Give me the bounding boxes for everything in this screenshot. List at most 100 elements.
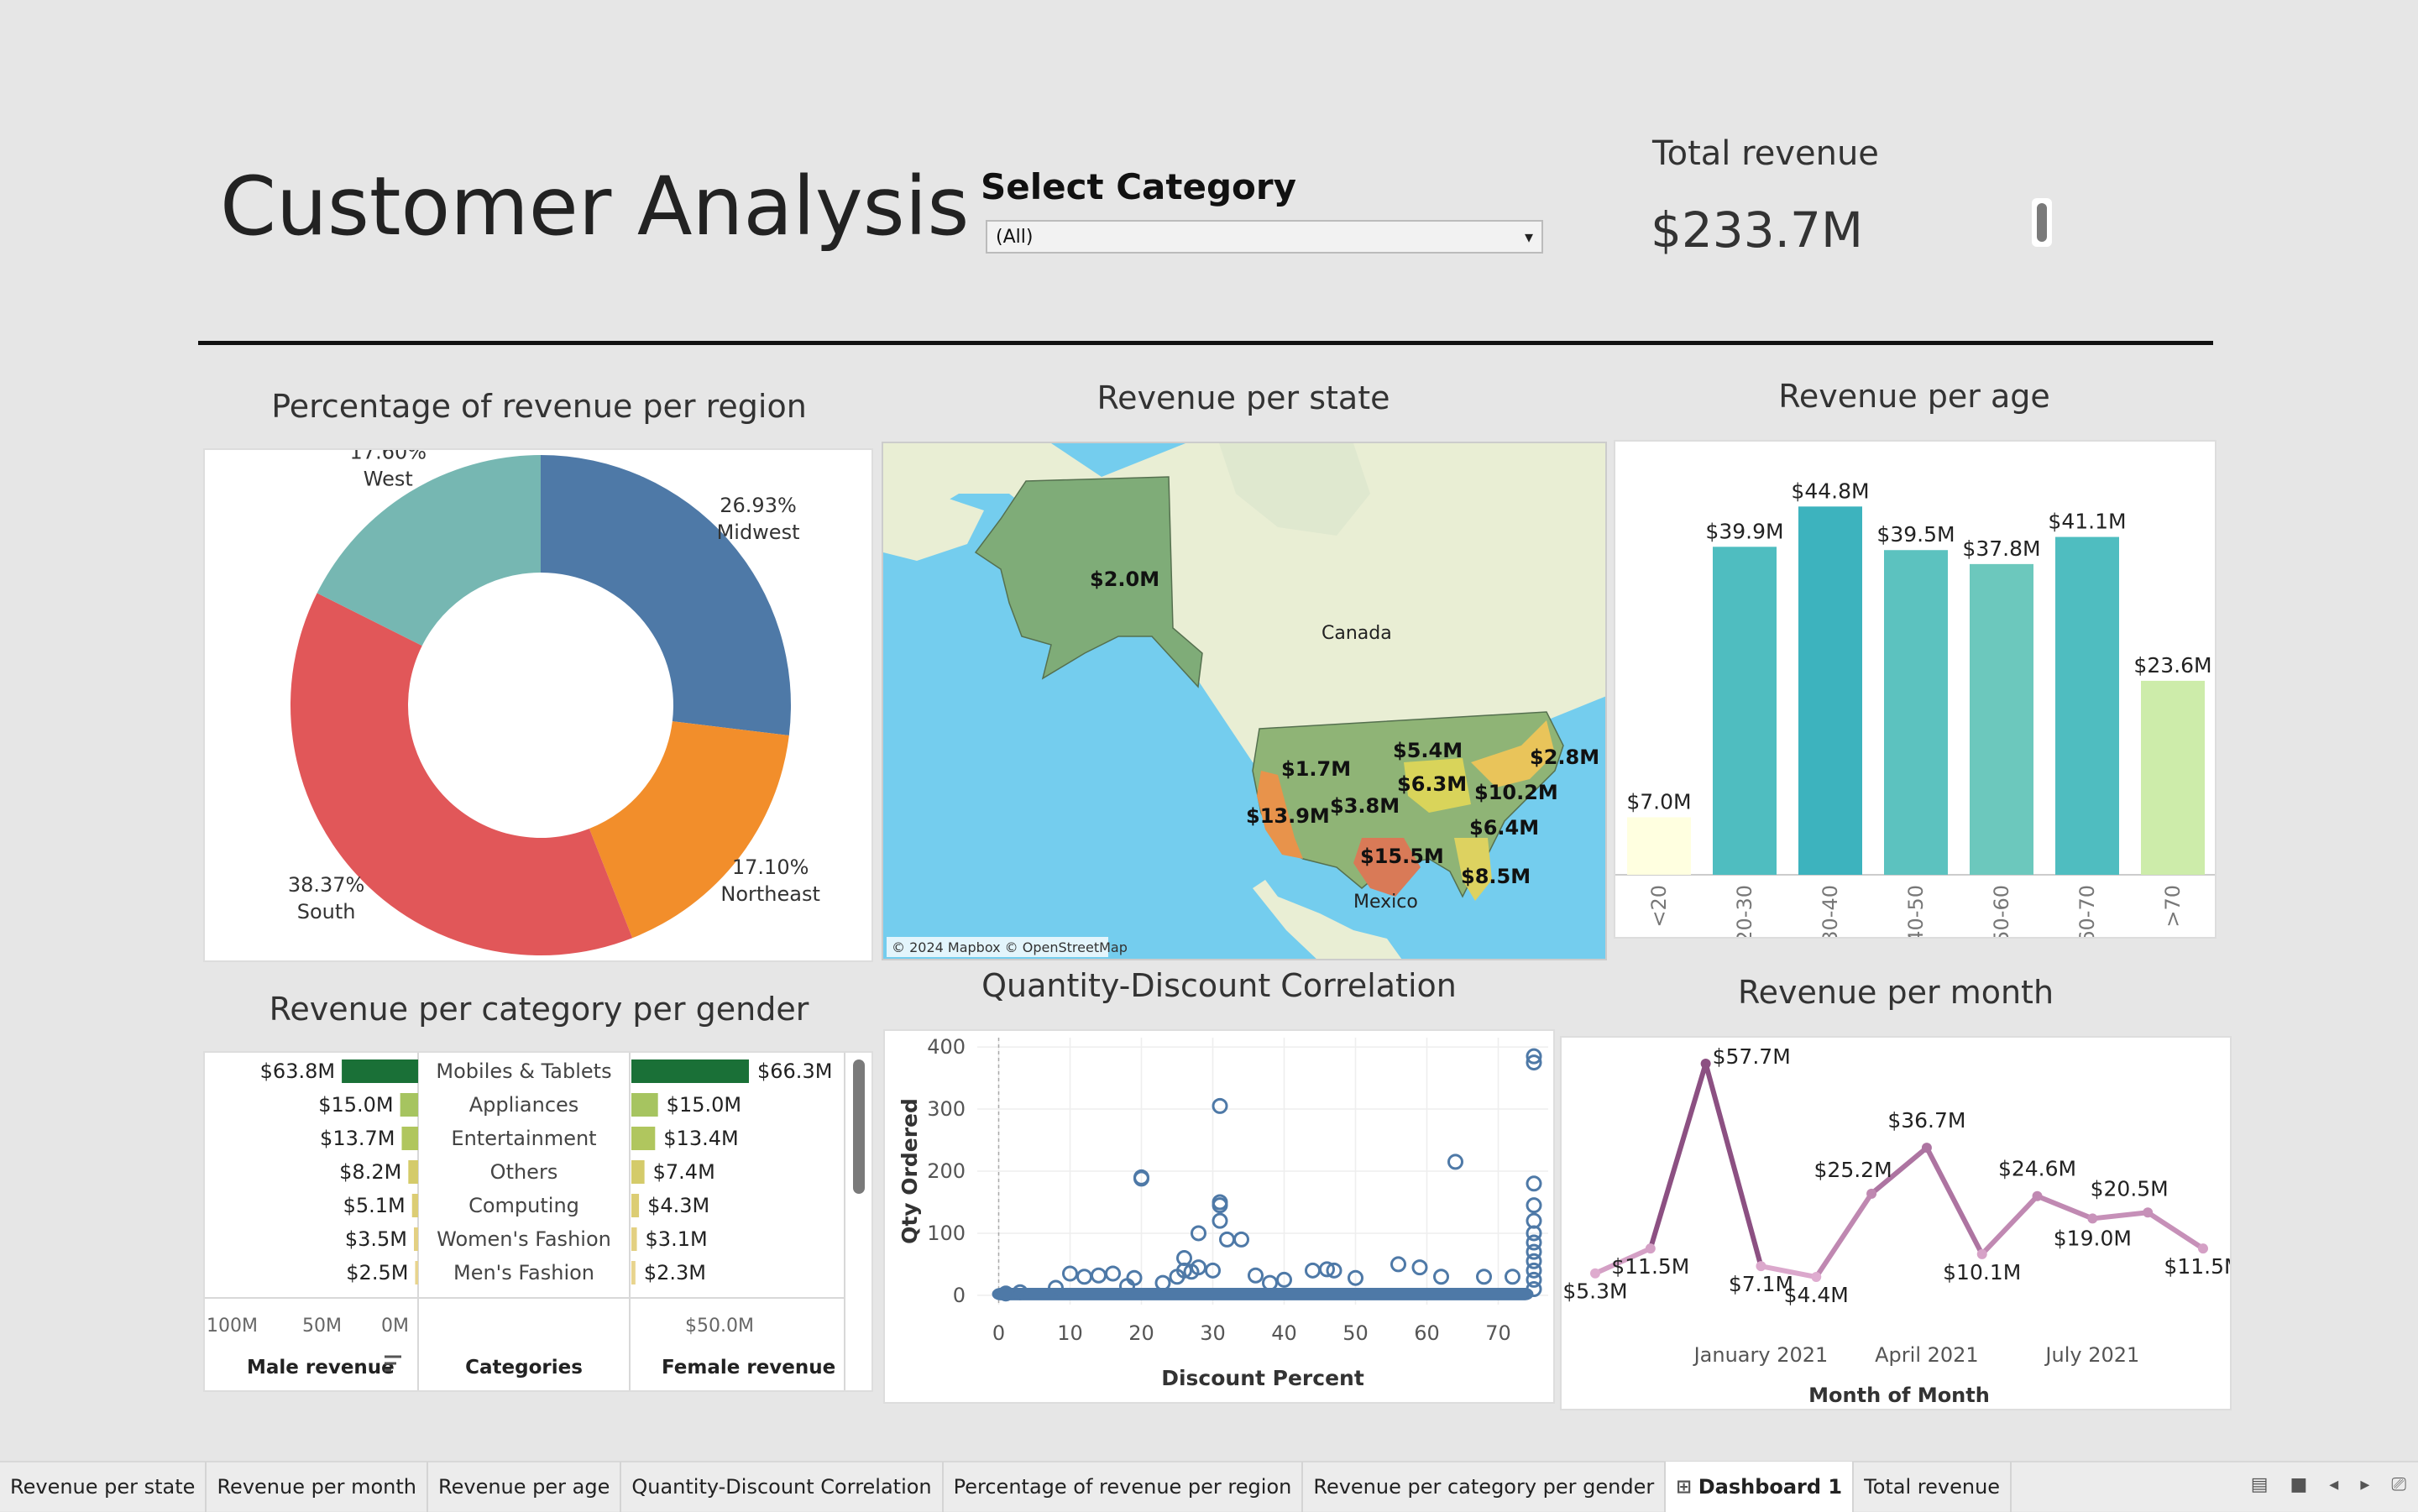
month-chart-panel[interactable]: $5.3M $11.5M $57.7M $7.1M $4.4M $25.2M $36.7M $… — [1560, 1036, 2232, 1410]
qd-point[interactable] — [1411, 1259, 1428, 1276]
age-tick-label: <20 — [1647, 885, 1671, 928]
region-donut-chart[interactable]: 26.93% Midwest 17.10% Northeast 38.37% South 1… — [205, 450, 873, 962]
qd-x-tick: 10 — [1057, 1321, 1083, 1345]
male-revenue-bar[interactable] — [408, 1160, 418, 1184]
age-bar-chart[interactable]: $7.0M <20 $39.9M 20-30 $44.8M 30-40 $39.5M 40-5… — [1615, 442, 2216, 939]
male-revenue-bar[interactable] — [414, 1227, 418, 1251]
month-point[interactable] — [1590, 1268, 1600, 1279]
qd-point[interactable] — [1390, 1256, 1406, 1273]
male-revenue-bar[interactable] — [411, 1194, 418, 1217]
qd-point[interactable] — [1526, 1197, 1542, 1214]
qd-point[interactable] — [1248, 1267, 1264, 1284]
previous-sheet-icon[interactable]: ◂ — [2329, 1474, 2338, 1495]
month-point[interactable] — [1645, 1243, 1656, 1254]
state-label-southeast: $6.4M — [1469, 816, 1539, 840]
qd-point[interactable] — [1476, 1269, 1492, 1285]
age-chart-panel[interactable]: $7.0M <20 $39.9M 20-30 $44.8M 30-40 $39.5M 40-5… — [1614, 440, 2216, 939]
age-tick-label: 20-30 — [1733, 885, 1756, 939]
female-revenue-bar[interactable] — [631, 1227, 637, 1251]
female-revenue-bar[interactable] — [631, 1127, 656, 1150]
qd-point[interactable] — [1505, 1269, 1520, 1285]
month-point[interactable] — [1811, 1272, 1822, 1283]
month-point[interactable] — [1976, 1248, 1987, 1259]
month-line-segment — [2090, 1210, 2151, 1222]
region-chart-panel[interactable]: 26.93% Midwest 17.10% Northeast 38.37% South 1… — [203, 448, 873, 962]
month-point[interactable] — [1756, 1261, 1766, 1272]
month-line-chart[interactable]: $5.3M$11.5M$57.7M$7.1M$4.4M$25.2M$36.7M$… — [1562, 1038, 2232, 1410]
female-revenue-header[interactable]: Female revenue — [662, 1357, 835, 1379]
qd-chart-panel[interactable]: 0 10 20 30 40 50 60 70 0 100 200 300 400 Discount Per… — [883, 1029, 1555, 1404]
female-revenue-bar[interactable] — [631, 1160, 645, 1184]
month-point[interactable] — [1700, 1058, 1711, 1069]
tab-revenue-per-state[interactable]: Revenue per state — [0, 1462, 207, 1512]
donut-pct-label: 17.10% — [732, 855, 809, 879]
sheet-tab-bar: Revenue per state Revenue per month Reve… — [0, 1461, 2418, 1512]
female-revenue-bar[interactable] — [631, 1093, 658, 1117]
qd-point[interactable] — [1105, 1265, 1121, 1282]
tab-dashboard-1[interactable]: ⊞ Dashboard 1 — [1666, 1462, 1855, 1512]
female-revenue-bar[interactable] — [631, 1261, 636, 1284]
month-line-segment — [1979, 1193, 2040, 1257]
male-revenue-bar[interactable] — [400, 1093, 418, 1117]
female-revenue-bar[interactable] — [631, 1059, 749, 1083]
age-bar[interactable] — [1970, 563, 2033, 875]
tab-category-gender[interactable]: Revenue per category per gender — [1303, 1462, 1667, 1512]
qd-point[interactable] — [1154, 1274, 1171, 1291]
age-bar[interactable] — [1713, 547, 1777, 875]
qd-point[interactable] — [1233, 1231, 1249, 1248]
state-map[interactable]: Canada Mexico $2.0M $1.7M $5.4M $2.8M $6… — [883, 443, 1607, 960]
gender-chart-panel[interactable]: $63.8M Mobiles & Tablets $66.3M $15.0M Appli… — [203, 1051, 873, 1392]
qd-point[interactable] — [1262, 1274, 1278, 1291]
female-revenue-bar[interactable] — [631, 1194, 640, 1217]
tab-percentage-region[interactable]: Percentage of revenue per region — [944, 1462, 1304, 1512]
qd-point[interactable] — [1212, 1097, 1228, 1114]
qd-dense-points[interactable] — [992, 1288, 1534, 1300]
filmstrip-view-icon[interactable]: ▤ — [2251, 1474, 2269, 1495]
age-bar[interactable] — [2055, 536, 2119, 875]
month-point[interactable] — [1866, 1188, 1877, 1199]
qd-scatter-chart[interactable]: 0 10 20 30 40 50 60 70 0 100 200 300 400 Discount Per… — [885, 1031, 1555, 1404]
tab-quantity-discount[interactable]: Quantity-Discount Correlation — [621, 1462, 944, 1512]
qd-point[interactable] — [1219, 1231, 1235, 1248]
qd-y-tick: 200 — [927, 1159, 966, 1183]
age-bar[interactable] — [1627, 817, 1691, 875]
qd-point[interactable] — [1305, 1262, 1321, 1279]
qd-point[interactable] — [1091, 1267, 1107, 1284]
gender-bar-chart[interactable]: $63.8M Mobiles & Tablets $66.3M $15.0M Appli… — [205, 1053, 873, 1392]
qd-point[interactable] — [1447, 1154, 1463, 1170]
qd-point[interactable] — [1076, 1269, 1092, 1285]
male-revenue-header[interactable]: Male revenue — [247, 1357, 395, 1379]
age-bar[interactable] — [1884, 550, 1948, 875]
age-bar-label: $39.5M — [1876, 522, 1955, 547]
qd-point[interactable] — [1433, 1269, 1449, 1285]
categories-header[interactable]: Categories — [465, 1357, 583, 1379]
age-bar[interactable] — [1798, 506, 1862, 875]
male-revenue-bar[interactable] — [415, 1261, 418, 1284]
month-value-label: $5.3M — [1562, 1279, 1627, 1304]
month-point[interactable] — [1921, 1143, 1932, 1154]
tabs-view-icon[interactable]: ■ — [2290, 1474, 2308, 1495]
gender-scrollbar[interactable] — [853, 1059, 865, 1194]
next-sheet-icon[interactable]: ▸ — [2360, 1474, 2369, 1495]
presentation-mode-icon[interactable]: ⎚ — [2391, 1474, 2406, 1495]
tab-total-revenue[interactable]: Total revenue — [1854, 1462, 2012, 1512]
tab-revenue-per-month[interactable]: Revenue per month — [207, 1462, 428, 1512]
qd-point[interactable] — [1526, 1175, 1542, 1192]
month-point[interactable] — [2032, 1190, 2043, 1201]
male-revenue-label: $3.5M — [345, 1227, 407, 1251]
map-attribution[interactable]: © 2024 Mapbox © OpenStreetMap — [892, 939, 1128, 955]
age-bar[interactable] — [2141, 680, 2205, 875]
male-revenue-bar[interactable] — [401, 1127, 418, 1150]
male-revenue-bar[interactable] — [342, 1059, 418, 1083]
category-filter-dropdown[interactable]: (All) ▾ — [986, 220, 1543, 254]
tab-revenue-per-age[interactable]: Revenue per age — [428, 1462, 622, 1512]
chevron-down-icon[interactable]: ▾ — [1525, 227, 1533, 247]
month-point[interactable] — [2087, 1213, 2098, 1224]
scrollbar-handle[interactable] — [2032, 198, 2052, 247]
category-label: Computing — [468, 1194, 579, 1217]
state-map-panel[interactable]: Canada Mexico $2.0M $1.7M $5.4M $2.8M $6… — [882, 442, 1607, 960]
month-point[interactable] — [2198, 1243, 2208, 1254]
month-point[interactable] — [2143, 1207, 2154, 1218]
donut-region-label: South — [297, 900, 356, 923]
qd-point[interactable] — [1212, 1212, 1228, 1229]
